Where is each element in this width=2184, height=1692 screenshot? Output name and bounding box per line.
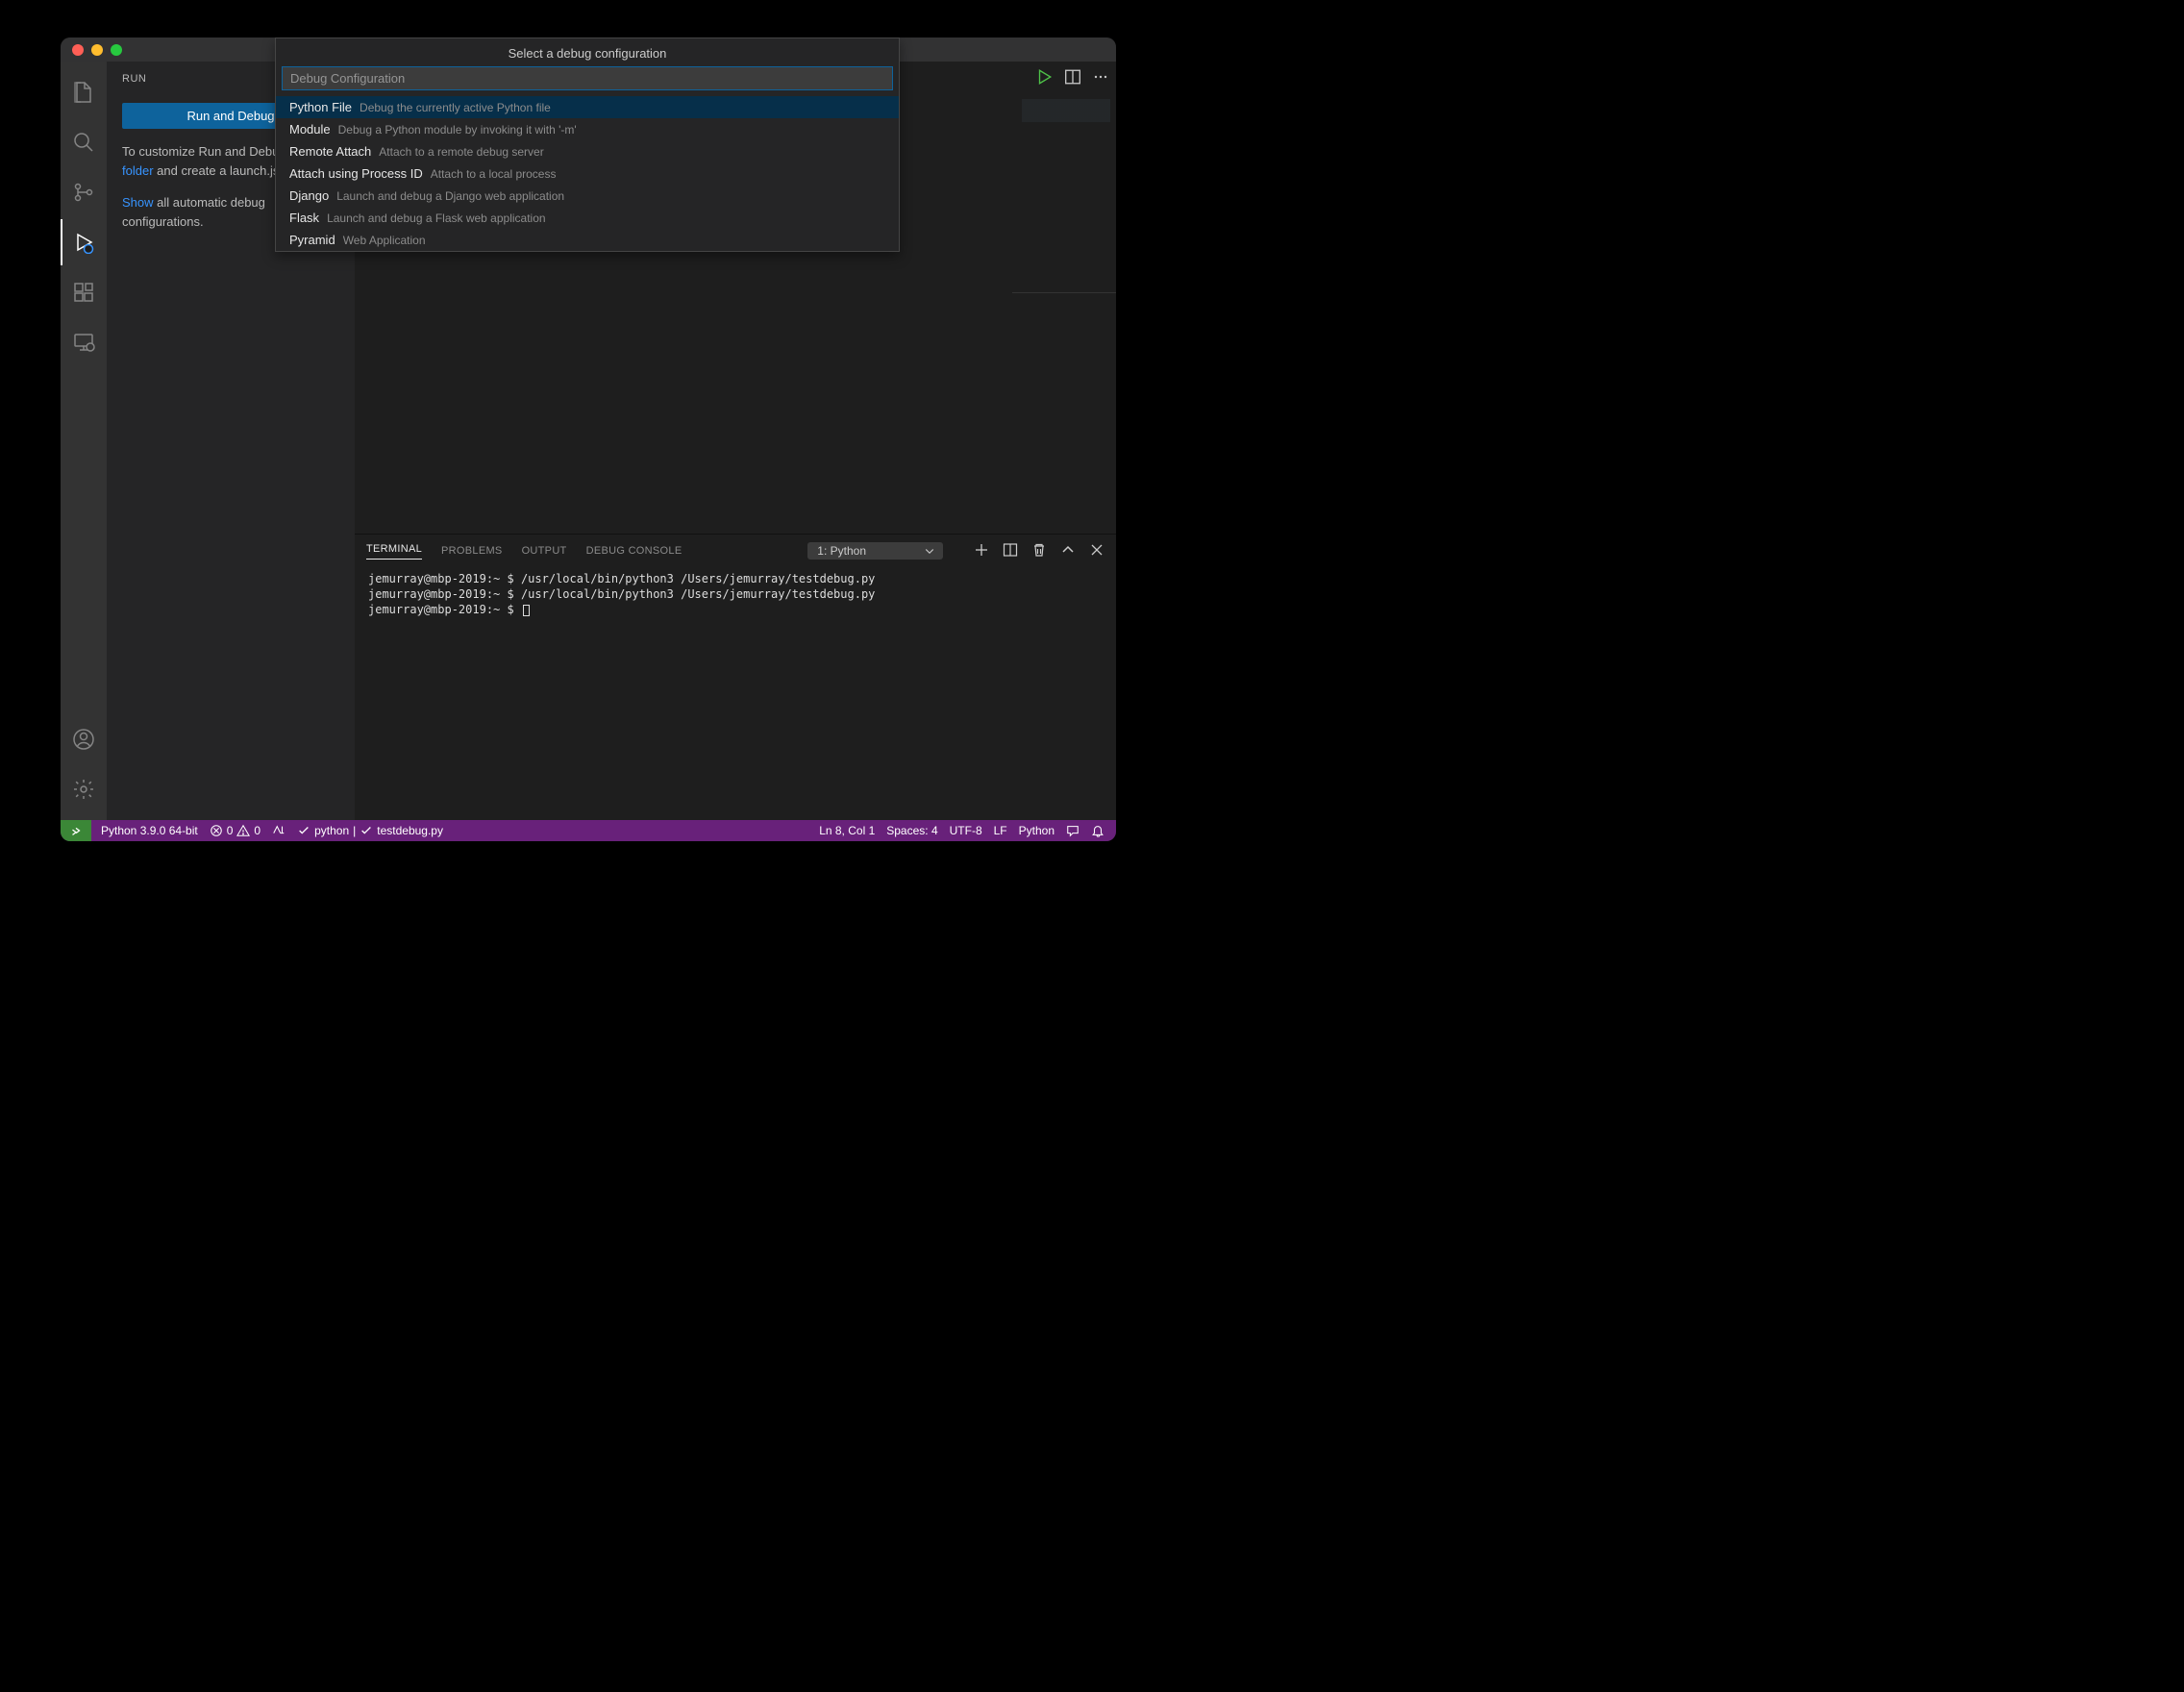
editor-ruler: [1012, 292, 1116, 293]
bottom-panel: TERMINAL PROBLEMS OUTPUT DEBUG CONSOLE 1…: [355, 534, 1116, 820]
split-terminal-icon[interactable]: [1003, 542, 1018, 560]
terminal-cursor: [523, 605, 530, 616]
picker-item-attach-process[interactable]: Attach using Process ID Attach to a loca…: [276, 162, 899, 185]
remote-indicator[interactable]: [61, 820, 91, 841]
editor-window: testdebug.py: [61, 37, 1116, 841]
picker-item-label: Flask: [289, 211, 319, 225]
picker-item-label: Python File: [289, 100, 352, 114]
explorer-icon[interactable]: [61, 69, 107, 115]
picker-item-module[interactable]: Module Debug a Python module by invoking…: [276, 118, 899, 140]
kill-terminal-icon[interactable]: [1031, 542, 1047, 560]
lint-python[interactable]: python | testdebug.py: [297, 824, 443, 837]
picker-item-desc: Attach to a remote debug server: [379, 145, 543, 159]
picker-item-desc: Debug the currently active Python file: [360, 101, 551, 114]
tab-output[interactable]: OUTPUT: [522, 545, 567, 557]
picker-item-django[interactable]: Django Launch and debug a Django web app…: [276, 185, 899, 207]
run-debug-icon[interactable]: [61, 219, 107, 265]
close-window[interactable]: [72, 44, 84, 56]
terminal-select-label: 1: Python: [817, 544, 866, 558]
encoding[interactable]: UTF-8: [950, 824, 982, 837]
status-bar: Python 3.9.0 64-bit 0 0 python | testdeb…: [61, 820, 1116, 841]
lint-file-label: testdebug.py: [377, 824, 443, 837]
source-control-icon[interactable]: [61, 169, 107, 215]
kernel-status-icon[interactable]: [272, 824, 285, 837]
picker-item-flask[interactable]: Flask Launch and debug a Flask web appli…: [276, 207, 899, 229]
accounts-icon[interactable]: [61, 716, 107, 762]
picker-item-desc: Launch and debug a Flask web application: [327, 212, 546, 225]
picker-item-label: Pyramid: [289, 233, 335, 247]
picker-input[interactable]: [282, 66, 893, 90]
search-icon[interactable]: [61, 119, 107, 165]
panel-maximize-icon[interactable]: [1060, 542, 1076, 560]
eol[interactable]: LF: [994, 824, 1007, 837]
traffic-lights: [61, 44, 122, 56]
picker-item-pyramid[interactable]: Pyramid Web Application: [276, 229, 899, 251]
python-version[interactable]: Python 3.9.0 64-bit: [101, 824, 198, 837]
picker-item-label: Attach using Process ID: [289, 166, 423, 181]
terminal-line: jemurray@mbp-2019:~ $ /usr/local/bin/pyt…: [368, 572, 875, 585]
picker-item-label: Remote Attach: [289, 144, 371, 159]
picker-item-desc: Launch and debug a Django web applicatio…: [336, 189, 564, 203]
extensions-icon[interactable]: [61, 269, 107, 315]
picker-item-label: Django: [289, 188, 329, 203]
feedback-icon[interactable]: [1066, 824, 1080, 837]
panel-close-icon[interactable]: [1089, 542, 1104, 560]
customize-prefix: To customize Run and Debug: [122, 144, 289, 159]
terminal-line: jemurray@mbp-2019:~ $ /usr/local/bin/pyt…: [368, 587, 875, 601]
tab-problems[interactable]: PROBLEMS: [441, 545, 503, 557]
split-editor-icon[interactable]: [1064, 68, 1081, 88]
language-mode[interactable]: Python: [1019, 824, 1055, 837]
minimap[interactable]: [1022, 99, 1110, 122]
settings-gear-icon[interactable]: [61, 766, 107, 812]
cursor-position[interactable]: Ln 8, Col 1: [819, 824, 875, 837]
activity-bar: [61, 62, 107, 820]
indentation[interactable]: Spaces: 4: [886, 824, 937, 837]
picker-item-desc: Debug a Python module by invoking it wit…: [338, 123, 577, 137]
error-count: 0: [227, 824, 234, 837]
maximize-window[interactable]: [111, 44, 122, 56]
minimize-window[interactable]: [91, 44, 103, 56]
problems-status[interactable]: 0 0: [210, 824, 261, 837]
picker-item-remote-attach[interactable]: Remote Attach Attach to a remote debug s…: [276, 140, 899, 162]
picker-item-label: Module: [289, 122, 331, 137]
debug-config-picker: Select a debug configuration Python File…: [275, 37, 900, 252]
picker-list: Python File Debug the currently active P…: [276, 96, 899, 251]
chevron-down-icon: [924, 545, 935, 557]
warning-count: 0: [254, 824, 261, 837]
picker-item-python-file[interactable]: Python File Debug the currently active P…: [276, 96, 899, 118]
picker-item-desc: Attach to a local process: [431, 167, 557, 181]
new-terminal-icon[interactable]: [974, 542, 989, 560]
tab-debug-console[interactable]: DEBUG CONSOLE: [586, 545, 682, 557]
remote-explorer-icon[interactable]: [61, 319, 107, 365]
picker-item-desc: Web Application: [343, 234, 426, 247]
terminal-output[interactable]: jemurray@mbp-2019:~ $ /usr/local/bin/pyt…: [355, 567, 1116, 820]
tab-terminal[interactable]: TERMINAL: [366, 543, 422, 560]
lint-python-label: python: [314, 824, 349, 837]
notifications-icon[interactable]: [1091, 824, 1104, 837]
terminal-select[interactable]: 1: Python: [807, 542, 943, 560]
run-file-icon[interactable]: [1035, 68, 1053, 88]
picker-title: Select a debug configuration: [276, 38, 899, 66]
show-link[interactable]: Show: [122, 195, 154, 210]
panel-tab-bar: TERMINAL PROBLEMS OUTPUT DEBUG CONSOLE 1…: [355, 535, 1116, 567]
more-actions-icon[interactable]: [1093, 69, 1108, 87]
terminal-line: jemurray@mbp-2019:~ $: [368, 603, 521, 616]
